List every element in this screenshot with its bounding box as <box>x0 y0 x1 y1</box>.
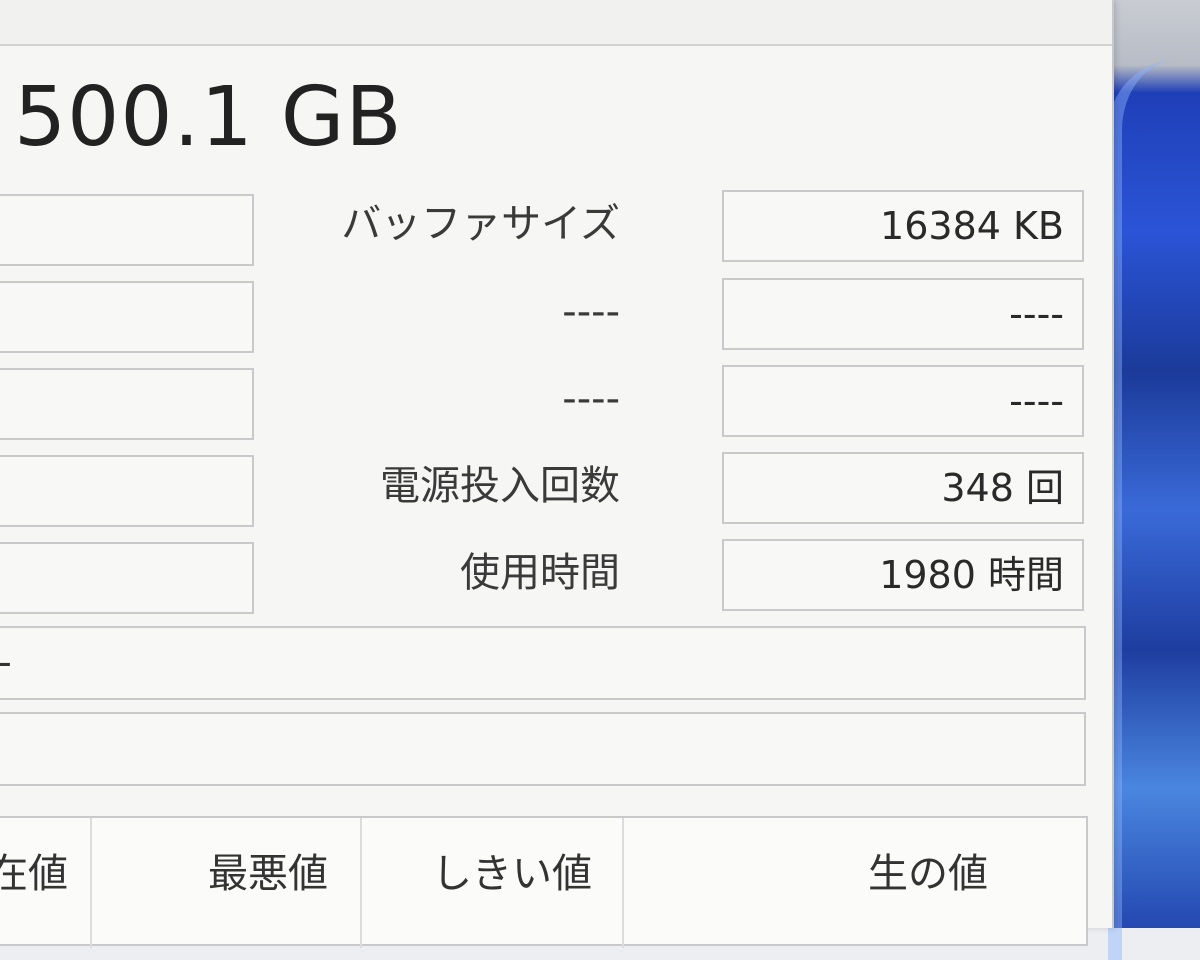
column-divider <box>360 818 362 948</box>
crystaldiskinfo-window: 500.1 GB バッファサイズ 16384 KB ---- ---- ----… <box>0 0 1114 948</box>
power-on-count-label: 電源投入回数 <box>380 463 620 509</box>
col-header-current[interactable]: 在値 <box>0 850 68 898</box>
power-on-hours-label: 使用時間 <box>460 550 620 596</box>
desktop-wallpaper <box>1100 0 1200 960</box>
blank-value-1: ---- <box>1009 292 1064 336</box>
blank-value-2: ---- <box>1009 379 1064 423</box>
blank-value-box-1: ---- <box>722 278 1084 350</box>
features-field: - <box>0 626 1086 700</box>
smart-attribute-table[interactable]: 在値 最悪値 しきい値 生の値 <box>0 816 1088 948</box>
col-header-raw[interactable]: 生の値 <box>868 850 988 898</box>
disk-capacity-title: 500.1 GB <box>14 70 403 165</box>
left-info-field-4 <box>0 455 254 527</box>
extra-info-field <box>0 712 1086 786</box>
buffer-size-value-box: 16384 KB <box>722 190 1084 262</box>
blank-value-box-2: ---- <box>722 365 1084 437</box>
col-header-threshold[interactable]: しきい値 <box>432 850 592 898</box>
left-info-field-5 <box>0 542 254 614</box>
buffer-size-value: 16384 KB <box>880 204 1064 248</box>
left-info-field-2 <box>0 281 254 353</box>
blank-label-2: ---- <box>562 376 620 422</box>
power-on-count-value-box: 348 回 <box>722 452 1084 524</box>
column-divider <box>622 818 624 948</box>
left-info-field-1 <box>0 194 254 266</box>
features-value: - <box>0 640 12 684</box>
buffer-size-label: バッファサイズ <box>341 201 620 247</box>
col-header-worst[interactable]: 最悪値 <box>208 850 328 898</box>
blank-label-1: ---- <box>562 289 620 335</box>
window-toolbar-edge <box>0 0 1112 46</box>
power-on-count-value: 348 回 <box>941 466 1064 510</box>
column-divider <box>90 818 92 948</box>
left-info-field-3 <box>0 368 254 440</box>
power-on-hours-value: 1980 時間 <box>879 553 1064 597</box>
power-on-hours-value-box: 1980 時間 <box>722 539 1084 611</box>
